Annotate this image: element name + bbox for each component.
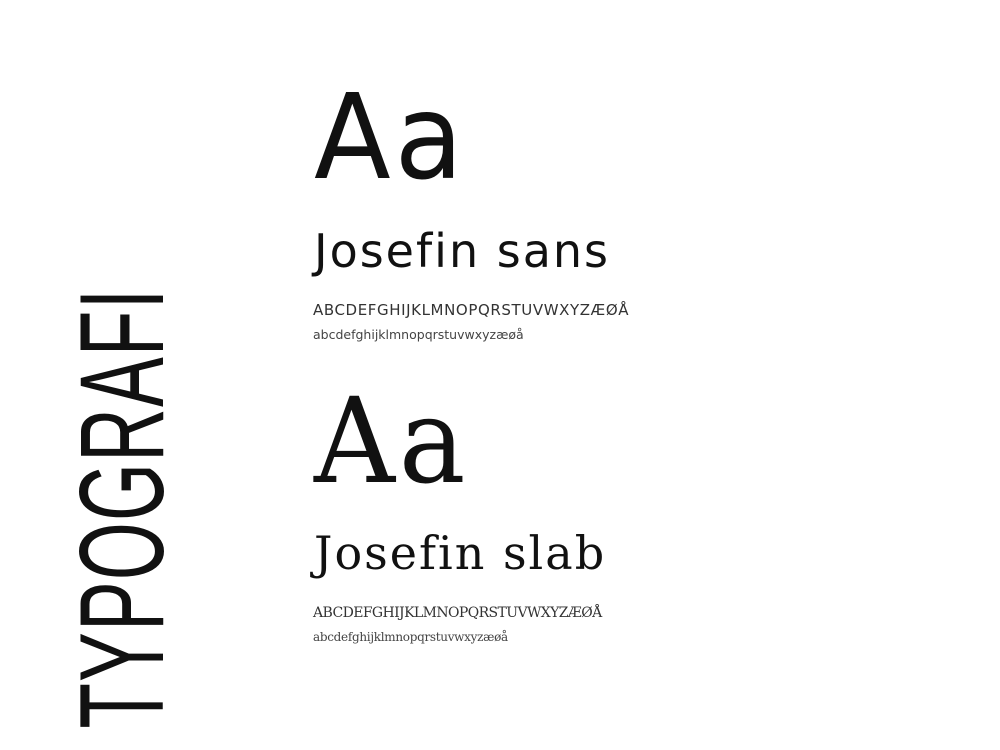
font-name: Josefin sans: [314, 224, 611, 278]
lowercase-alphabet: abcdefghijklmnopqrstuvwxyzæøå: [313, 327, 524, 342]
page-title: TYPOGRAFI: [55, 287, 189, 729]
uppercase-alphabet: ABCDEFGHIJKLMNOPQRSTUVWXYZÆØÅ: [313, 301, 630, 319]
glyph-sample: Aa: [314, 68, 467, 206]
uppercase-alphabet: ABCDEFGHIJKLMNOPQRSTUVWXYZÆØÅ: [313, 605, 602, 621]
font-name: Josefin slab: [314, 526, 607, 580]
lowercase-alphabet: abcdefghijklmnopqrstuvwxyzæøå: [313, 630, 508, 644]
glyph-sample: Aa: [314, 372, 470, 510]
